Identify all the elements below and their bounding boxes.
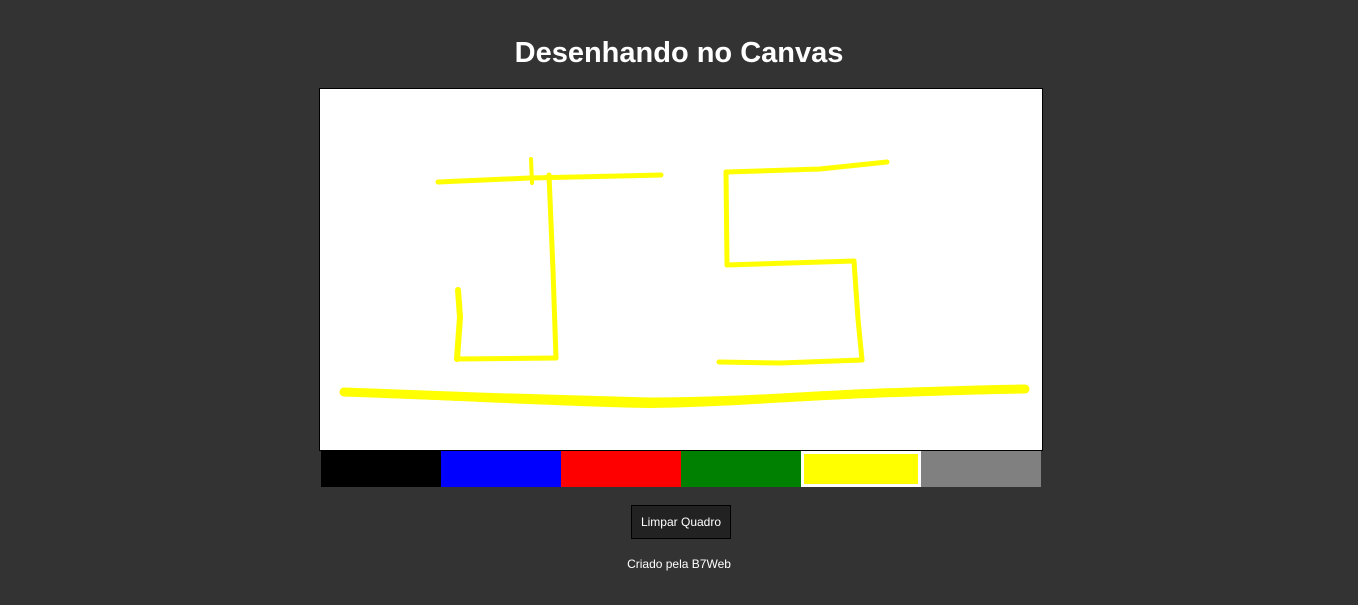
color-swatch-5[interactable] — [801, 451, 921, 487]
drawing-surface[interactable] — [320, 89, 1042, 450]
stroke-j-tick — [529, 157, 534, 185]
color-swatch-4[interactable] — [681, 451, 801, 487]
stroke-s-upper-left — [723, 169, 730, 268]
drawing-canvas[interactable] — [319, 88, 1043, 451]
stroke-s-middle — [724, 258, 857, 268]
stroke-j-hook — [454, 287, 463, 362]
stroke-s-top — [723, 159, 890, 175]
color-swatch-3[interactable] — [561, 451, 681, 487]
color-swatch-1[interactable] — [321, 451, 441, 487]
color-swatch-2[interactable] — [441, 451, 561, 487]
stroke-s-bottom — [716, 357, 865, 366]
stroke-s-lower-right — [851, 258, 865, 363]
footer-credit: Criado pela B7Web — [627, 557, 731, 571]
color-palette — [321, 451, 1041, 487]
color-swatch-6[interactable] — [921, 451, 1041, 487]
page-title: Desenhando no Canvas — [514, 37, 844, 69]
clear-canvas-button[interactable]: Limpar Quadro — [631, 505, 731, 539]
stroke-j-bottom — [454, 355, 559, 362]
stroke-j-stem — [546, 172, 559, 361]
